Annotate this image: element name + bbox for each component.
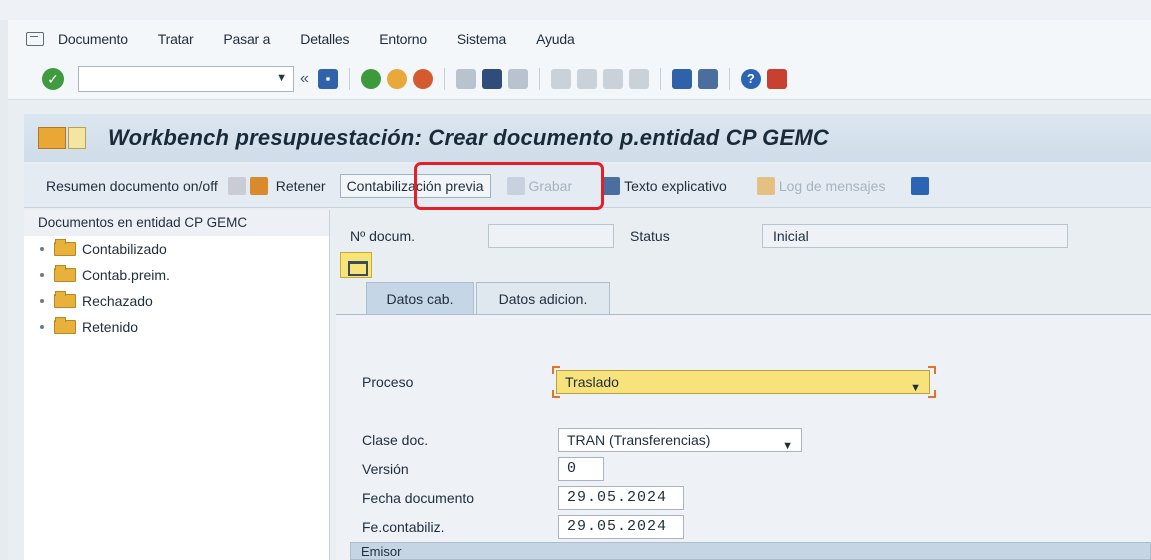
- find-next-icon[interactable]: [507, 68, 528, 89]
- tree-item-contab-preim[interactable]: Contab.preim.: [24, 262, 329, 288]
- status-field: Inicial: [762, 224, 1068, 248]
- chevron-down-icon[interactable]: ▼: [276, 72, 287, 84]
- toolbar-separator: [348, 67, 350, 90]
- toolbar-separator: [538, 67, 540, 90]
- clase-doc-value: TRAN (Transferencias): [567, 432, 711, 448]
- fecha-documento-input[interactable]: 29.05.2024: [558, 486, 684, 510]
- tree-item-label: Contab.preim.: [82, 267, 170, 283]
- tree-item-contabilizado[interactable]: Contabilizado: [24, 236, 329, 262]
- menu-pasar-a[interactable]: Pasar a: [223, 31, 270, 47]
- clase-doc-dropdown[interactable]: TRAN (Transferencias) ▼: [558, 428, 802, 452]
- tab-datos-cab[interactable]: Datos cab.: [366, 282, 474, 314]
- resumen-documento-button[interactable]: Resumen documento on/off: [46, 178, 218, 194]
- toggle-header-icon[interactable]: [340, 252, 372, 278]
- tab-datos-adicion[interactable]: Datos adicion.: [476, 282, 610, 314]
- menu-documento[interactable]: Documento: [58, 31, 128, 47]
- tree-item-label: Retenido: [82, 319, 139, 335]
- proceso-dropdown[interactable]: Traslado ▼: [556, 370, 930, 394]
- folder-icon: [54, 239, 76, 256]
- log-mensajes-label: Log de mensajes: [778, 177, 886, 194]
- menu-sistema[interactable]: Sistema: [457, 31, 506, 47]
- command-field[interactable]: ▼: [78, 65, 294, 92]
- window-left-strip: [0, 20, 8, 560]
- system-menu-icon[interactable]: [26, 32, 44, 46]
- find-icon[interactable]: [481, 68, 502, 89]
- cancel-icon[interactable]: [412, 68, 433, 89]
- status-label: Status: [630, 228, 670, 244]
- toolbar-separator: [728, 67, 730, 90]
- retener-button[interactable]: Retener: [276, 178, 326, 194]
- first-page-icon[interactable]: [550, 68, 571, 89]
- texto-explicativo-label: Texto explicativo: [624, 177, 727, 194]
- last-page-icon[interactable]: [628, 68, 649, 89]
- version-input[interactable]: 0: [558, 457, 604, 481]
- chevron-down-icon[interactable]: ▼: [910, 377, 921, 399]
- transaction-icon[interactable]: [38, 125, 86, 151]
- required-corner: [552, 366, 560, 374]
- info-icon[interactable]: [911, 176, 930, 195]
- standard-toolbar: ✓ ▼ « ▪ ?: [8, 58, 1151, 100]
- highlight-annotation: [414, 162, 604, 210]
- menu-tratar[interactable]: Tratar: [158, 31, 194, 47]
- tree-item-rechazado[interactable]: Rechazado: [24, 288, 329, 314]
- tree-item-label: Rechazado: [82, 293, 153, 309]
- layout-icon[interactable]: [766, 68, 787, 89]
- message-log-icon: [756, 176, 775, 195]
- tree-expander-icon[interactable]: [40, 273, 44, 277]
- print-icon[interactable]: [455, 68, 476, 89]
- expand-icon[interactable]: [227, 176, 246, 195]
- folder-icon: [54, 265, 76, 282]
- tree-expander-icon[interactable]: [40, 299, 44, 303]
- menu-detalles[interactable]: Detalles: [300, 31, 349, 47]
- help-icon[interactable]: ?: [740, 68, 761, 89]
- proceso-label: Proceso: [362, 374, 414, 390]
- tree-expander-icon[interactable]: [40, 325, 44, 329]
- chevron-down-icon[interactable]: ▼: [782, 435, 793, 457]
- fe-contabiliz-label: Fe.contabiliz.: [362, 519, 445, 535]
- fe-contabiliz-input[interactable]: 29.05.2024: [558, 515, 684, 539]
- num-docum-field: [488, 224, 614, 248]
- menu-ayuda[interactable]: Ayuda: [536, 31, 575, 47]
- toolbar-separator: [659, 67, 661, 90]
- clase-doc-label: Clase doc.: [362, 432, 429, 448]
- hold-icon[interactable]: [249, 176, 268, 195]
- folder-icon: [54, 291, 76, 308]
- tree-item-retenido[interactable]: Retenido: [24, 314, 329, 340]
- exit-icon[interactable]: [386, 68, 407, 89]
- menu-entorno[interactable]: Entorno: [379, 31, 427, 47]
- log-mensajes-button[interactable]: Log de mensajes: [756, 176, 886, 195]
- document-tree-panel: Documentos en entidad CP GEMC Contabiliz…: [24, 210, 330, 560]
- proceso-value: Traslado: [565, 374, 619, 390]
- required-corner: [928, 390, 936, 398]
- next-page-icon[interactable]: [602, 68, 623, 89]
- required-corner: [552, 390, 560, 398]
- back-icon[interactable]: [360, 68, 381, 89]
- texto-explicativo-button[interactable]: Texto explicativo: [602, 176, 727, 195]
- tree-item-label: Contabilizado: [82, 241, 167, 257]
- tree-header: Documentos en entidad CP GEMC: [24, 210, 329, 236]
- enter-icon[interactable]: ✓: [42, 67, 64, 90]
- required-corner: [928, 366, 936, 374]
- edit-text-icon: [602, 176, 621, 195]
- menu-bar: Documento Tratar Pasar a Detalles Entorn…: [8, 20, 1151, 58]
- window-top-strip: [0, 0, 1151, 20]
- emisor-section-header: Emisor: [350, 542, 1151, 560]
- save-icon[interactable]: ▪: [317, 68, 338, 89]
- prev-page-icon[interactable]: [576, 68, 597, 89]
- version-label: Versión: [362, 461, 409, 477]
- new-session-icon[interactable]: [671, 68, 692, 89]
- shortcut-icon[interactable]: [697, 68, 718, 89]
- folder-icon: [54, 317, 76, 334]
- tree-expander-icon[interactable]: [40, 247, 44, 251]
- title-bar: Workbench presupuestación: Crear documen…: [24, 114, 1151, 162]
- num-docum-label: Nº docum.: [350, 228, 416, 244]
- toolbar-separator: [443, 67, 445, 90]
- fecha-documento-label: Fecha documento: [362, 490, 475, 506]
- page-title: Workbench presupuestación: Crear documen…: [108, 125, 829, 150]
- collapse-chevron-icon[interactable]: «: [300, 70, 309, 88]
